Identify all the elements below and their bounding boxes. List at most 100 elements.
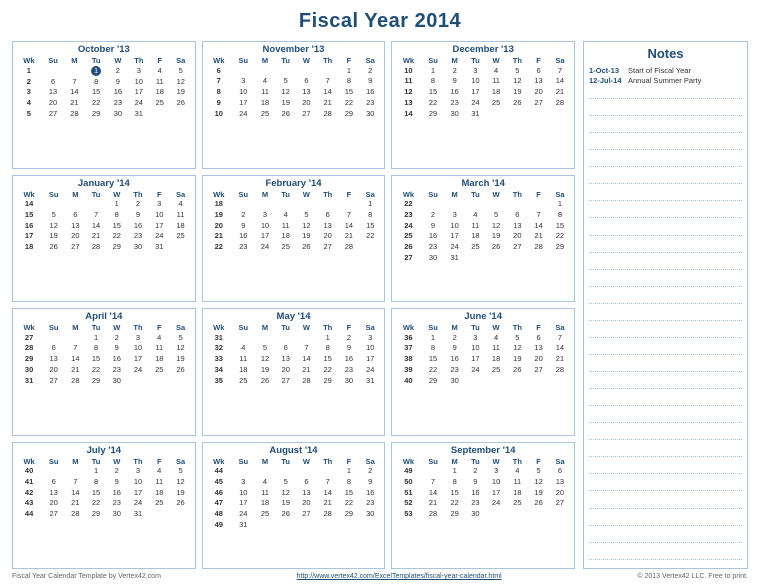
cal-cell: 7 — [86, 209, 107, 220]
cal-cell — [465, 375, 486, 386]
month-block-11: September '14WkSuMTuWThFSa49123456507891… — [391, 442, 575, 570]
cal-cell — [549, 252, 571, 263]
cal-cell: 31 — [232, 519, 255, 530]
cal-header: Th — [128, 56, 150, 65]
month-title-0: October '13 — [16, 44, 192, 55]
cal-cell: 20 — [42, 364, 65, 375]
note-line — [589, 106, 742, 116]
cal-cell: 31 — [444, 252, 464, 263]
cal-cell: 26 — [42, 242, 65, 253]
note-line — [589, 157, 742, 167]
cal-cell: 22 — [339, 97, 359, 108]
note-line — [589, 123, 742, 133]
cal-cell: 10 — [128, 76, 150, 87]
cal-cell: 3 — [127, 332, 149, 343]
cal-cell: 6 — [549, 466, 571, 477]
cal-table-11: WkSuMTuWThFSa491234565078910111213511415… — [395, 457, 571, 520]
cal-table-9: WkSuMTuWThFSa401234541678910111242131415… — [16, 457, 192, 520]
cal-cell: 18 — [149, 487, 169, 498]
cal-header: W — [107, 323, 127, 332]
cal-header: W — [486, 56, 506, 65]
cal-header: Tu — [465, 457, 486, 466]
cal-cell: 19 — [206, 209, 232, 220]
cal-cell: 7 — [65, 476, 85, 487]
cal-cell — [296, 199, 316, 210]
cal-table-8: WkSuMTuWThFSa361234567378910111213143815… — [395, 323, 571, 386]
cal-cell — [486, 509, 506, 520]
cal-cell: 16 — [127, 220, 149, 231]
cal-cell: 15 — [339, 87, 359, 98]
cal-cell — [486, 199, 506, 210]
cal-cell: 21 — [296, 364, 316, 375]
cal-cell: 6 — [296, 76, 316, 87]
cal-cell — [549, 509, 571, 520]
cal-cell — [486, 375, 506, 386]
cal-cell: 14 — [339, 220, 359, 231]
cal-cell: 16 — [444, 87, 464, 98]
cal-cell — [170, 108, 192, 119]
cal-cell — [232, 332, 255, 343]
cal-cell — [232, 199, 255, 210]
cal-cell: 2 — [444, 65, 464, 76]
notes-entries: 1-Oct-13Start of Fiscal Year12-Jul-14Ann… — [589, 66, 742, 86]
cal-cell: 9 — [465, 476, 486, 487]
cal-cell: 6 — [275, 343, 296, 354]
cal-cell: 5 — [275, 76, 296, 87]
cal-cell: 22 — [422, 97, 445, 108]
cal-cell: 25 — [275, 242, 296, 253]
cal-table-10: WkSuMTuWThFSa441245345678946101112131415… — [206, 457, 382, 531]
cal-cell: 3 — [232, 76, 255, 87]
cal-cell: 4 — [169, 199, 191, 210]
cal-cell: 23 — [339, 364, 359, 375]
cal-cell: 20 — [275, 364, 296, 375]
cal-cell — [275, 519, 296, 530]
cal-cell: 7 — [528, 209, 548, 220]
cal-header: W — [296, 56, 316, 65]
month-block-10: August '14WkSuMTuWThFSa44124534567894610… — [202, 442, 386, 570]
cal-cell: 13 — [317, 220, 339, 231]
cal-cell: 1 — [444, 466, 464, 477]
cal-cell: 20 — [65, 231, 85, 242]
cal-cell — [528, 375, 548, 386]
cal-cell — [506, 375, 528, 386]
cal-cell: 50 — [395, 476, 421, 487]
cal-cell: 16 — [359, 87, 381, 98]
cal-cell: 10 — [465, 76, 486, 87]
cal-cell: 8 — [422, 76, 445, 87]
cal-cell: 7 — [339, 209, 359, 220]
cal-cell: 29 — [86, 509, 107, 520]
cal-header: F — [339, 56, 359, 65]
cal-cell: 8 — [339, 76, 359, 87]
cal-cell: 20 — [528, 87, 548, 98]
cal-cell — [465, 199, 486, 210]
cal-cell: 13 — [395, 97, 421, 108]
cal-cell: 22 — [317, 364, 339, 375]
cal-cell: 4 — [255, 476, 275, 487]
cal-cell: 18 — [206, 199, 232, 210]
cal-cell: 14 — [549, 343, 571, 354]
cal-cell: 13 — [506, 220, 528, 231]
cal-header: Th — [317, 457, 339, 466]
month-block-8: June '14WkSuMTuWThFSa3612345673789101112… — [391, 308, 575, 436]
cal-cell: 31 — [16, 375, 42, 386]
month-title-6: April '14 — [16, 311, 192, 322]
cal-table-5: WkSuMTuWThFSa221232345678249101112131415… — [395, 190, 571, 264]
calendars-area: October '13WkSuMTuWThFSa1123452678910111… — [12, 41, 575, 569]
cal-cell: 28 — [549, 364, 571, 375]
cal-cell: 30 — [359, 108, 381, 119]
cal-cell: 30 — [422, 252, 445, 263]
cal-cell — [42, 65, 65, 76]
calendar-row-1: January '14WkSuMTuWThFSa1412341556789101… — [12, 175, 575, 303]
cal-cell: 27 — [506, 242, 528, 253]
cal-cell: 24 — [232, 108, 255, 119]
cal-cell: 6 — [65, 209, 85, 220]
cal-header: M — [444, 56, 464, 65]
cal-cell: 5 — [506, 65, 528, 76]
cal-header: Th — [506, 323, 528, 332]
cal-cell — [296, 65, 316, 76]
cal-cell: 2 — [359, 65, 381, 76]
cal-header: Sa — [549, 190, 571, 199]
cal-cell: 18 — [150, 87, 170, 98]
note-line — [589, 89, 742, 99]
cal-cell: 12 — [275, 87, 296, 98]
